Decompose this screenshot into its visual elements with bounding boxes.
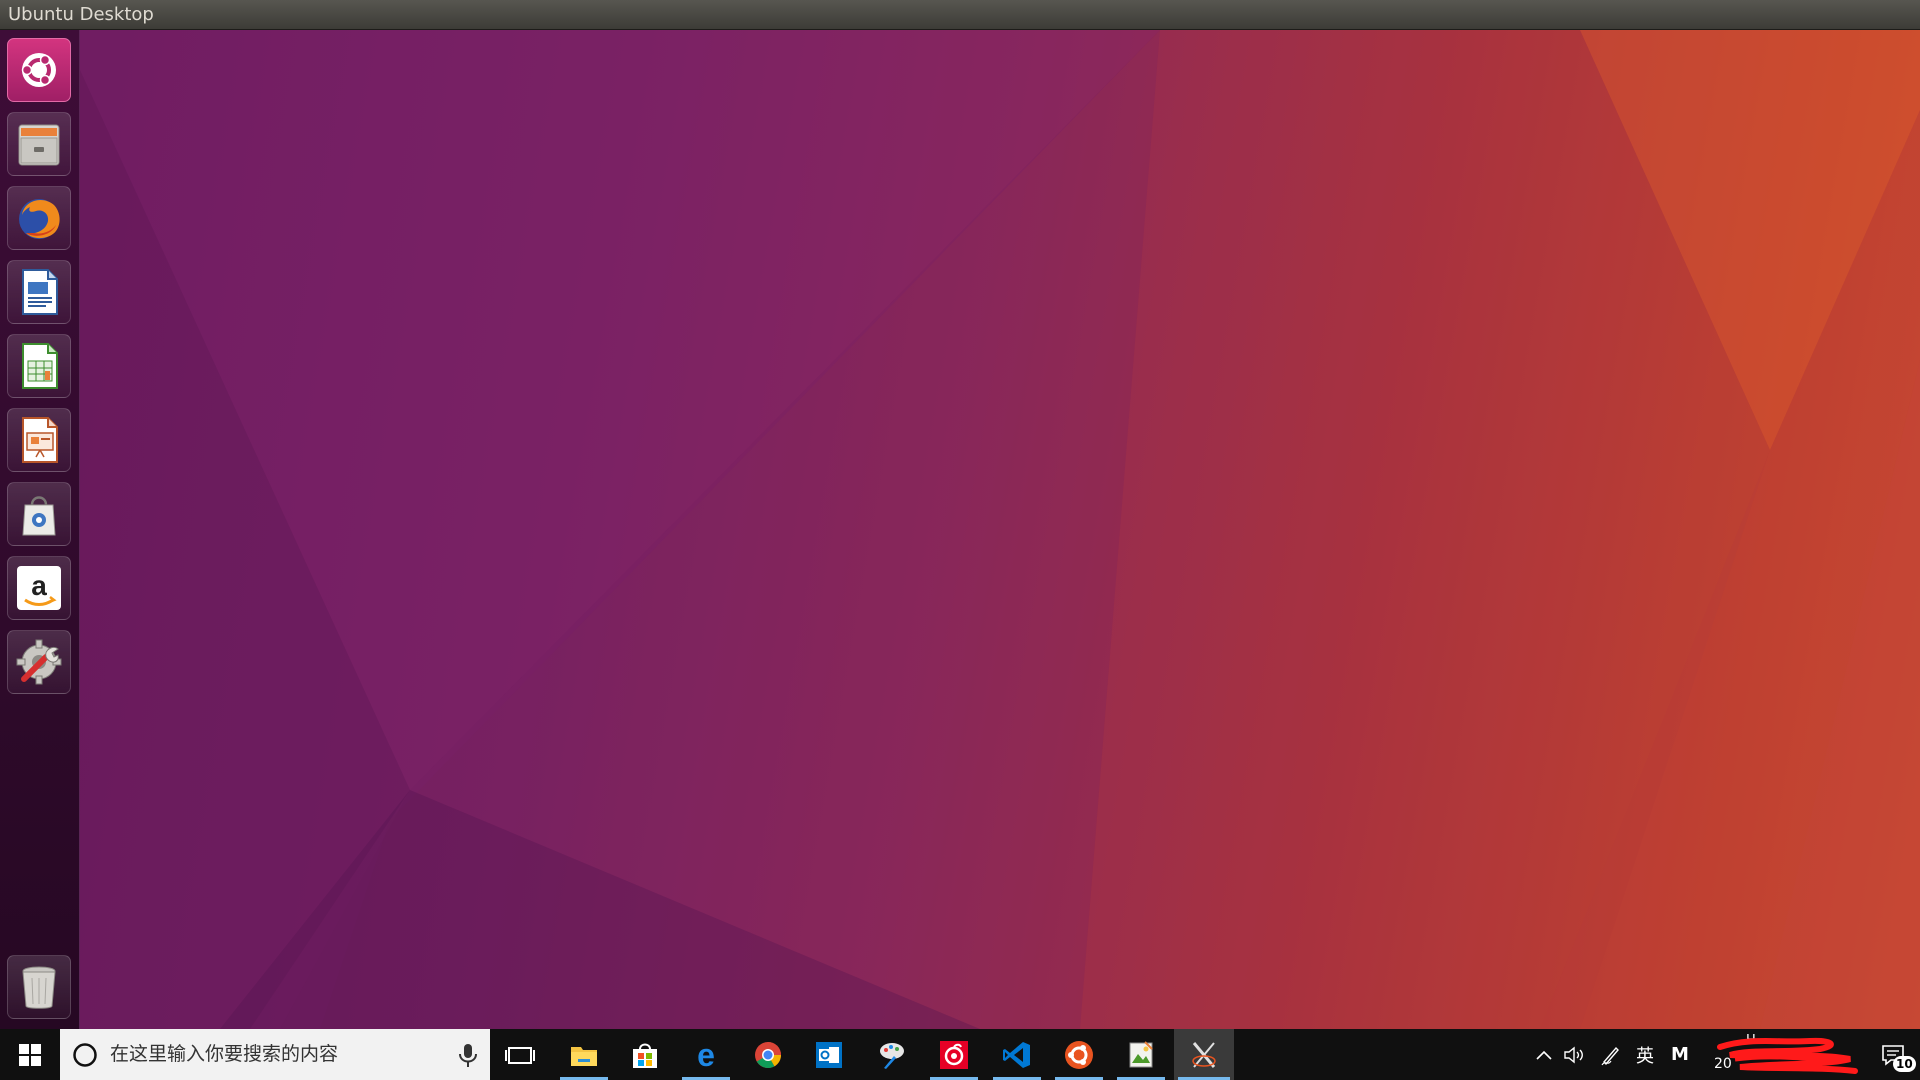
tray-pen[interactable] (1597, 1029, 1625, 1080)
taskbar-netease-music[interactable] (926, 1029, 982, 1080)
unity-launcher: a (0, 30, 80, 1029)
outlook-icon (816, 1041, 842, 1068)
window-title-bar: Ubuntu Desktop (0, 0, 1920, 30)
image-viewer-icon (1129, 1040, 1153, 1067)
launcher-files[interactable] (7, 112, 71, 176)
taskbar-image-viewer[interactable] (1113, 1029, 1169, 1080)
taskbar-xserver[interactable] (1174, 1029, 1234, 1080)
taskbar-chrome[interactable] (740, 1029, 796, 1080)
folder-icon (571, 1046, 597, 1066)
launcher-libreoffice-writer[interactable] (7, 260, 71, 324)
impress-presentation-icon (22, 417, 58, 463)
taskbar-microsoft-store[interactable] (617, 1029, 673, 1080)
settings-gear-wrench-icon (16, 639, 62, 685)
writer-document-icon (22, 269, 58, 315)
tray-overflow-button[interactable] (1532, 1029, 1556, 1080)
taskbar-file-explorer[interactable] (556, 1029, 612, 1080)
store-bag-icon (633, 1043, 657, 1068)
launcher-trash[interactable] (7, 955, 71, 1019)
wallpaper-facets (80, 30, 1920, 1029)
task-view-button[interactable] (492, 1029, 548, 1080)
svg-text:a: a (31, 570, 47, 601)
windows-taskbar: 在这里输入你要搜索的内容 e 英 M H... 20 10 (0, 1029, 1920, 1080)
chrome-icon (755, 1041, 782, 1068)
microphone-icon[interactable] (456, 1042, 480, 1068)
edge-icon: e (697, 1039, 715, 1071)
windows-logo-icon (19, 1043, 41, 1066)
taskbar-search-box[interactable]: 在这里输入你要搜索的内容 (60, 1029, 490, 1080)
firefox-icon (19, 199, 60, 239)
redaction-scribble (1717, 1037, 1858, 1074)
calc-spreadsheet-icon (22, 343, 58, 389)
launcher-libreoffice-calc[interactable] (7, 334, 71, 398)
launcher-firefox[interactable] (7, 186, 71, 250)
paint-icon (880, 1042, 904, 1069)
tray-volume[interactable] (1560, 1029, 1588, 1080)
launcher-ubuntu-dash[interactable] (7, 38, 71, 102)
taskbar-vscode[interactable] (989, 1029, 1045, 1080)
window-title: Ubuntu Desktop (8, 4, 154, 25)
trash-icon (22, 966, 56, 1009)
launcher-system-settings[interactable] (7, 630, 71, 694)
taskbar-edge[interactable]: e (678, 1029, 734, 1080)
xserver-icon (1192, 1041, 1216, 1068)
speaker-icon (1564, 1046, 1583, 1063)
desktop-wallpaper (80, 30, 1920, 1029)
start-button[interactable] (0, 1029, 60, 1080)
vscode-icon (1003, 1041, 1030, 1068)
tray-ime-language[interactable]: 英 (1632, 1029, 1658, 1080)
launcher-amazon[interactable]: a (7, 556, 71, 620)
chevron-up-icon (1536, 1050, 1552, 1060)
ubuntu-circle-icon (1065, 1040, 1093, 1069)
ubuntu-logo-icon (21, 53, 56, 87)
task-view-icon (505, 1046, 535, 1064)
launcher-libreoffice-impress[interactable] (7, 408, 71, 472)
search-placeholder: 在这里输入你要搜索的内容 (110, 1043, 339, 1065)
taskbar-clock[interactable]: H... 20 (1710, 1029, 1860, 1080)
amazon-icon: a (17, 566, 61, 610)
file-cabinet-icon (18, 124, 60, 166)
taskbar-outlook[interactable] (801, 1029, 857, 1080)
tray-ime-mode[interactable]: M (1666, 1029, 1694, 1080)
shopping-bag-icon (22, 496, 56, 536)
svg-text:e: e (697, 1039, 715, 1071)
netease-music-icon (940, 1040, 968, 1069)
taskbar-ubuntu[interactable] (1051, 1029, 1107, 1080)
cortana-circle-icon (73, 1043, 97, 1067)
taskbar-paint[interactable] (864, 1029, 920, 1080)
launcher-ubuntu-software[interactable] (7, 482, 71, 546)
notification-count-badge: 10 (1893, 1056, 1916, 1072)
pen-ink-icon (1601, 1046, 1619, 1065)
action-center-button[interactable]: 10 (1866, 1029, 1920, 1080)
